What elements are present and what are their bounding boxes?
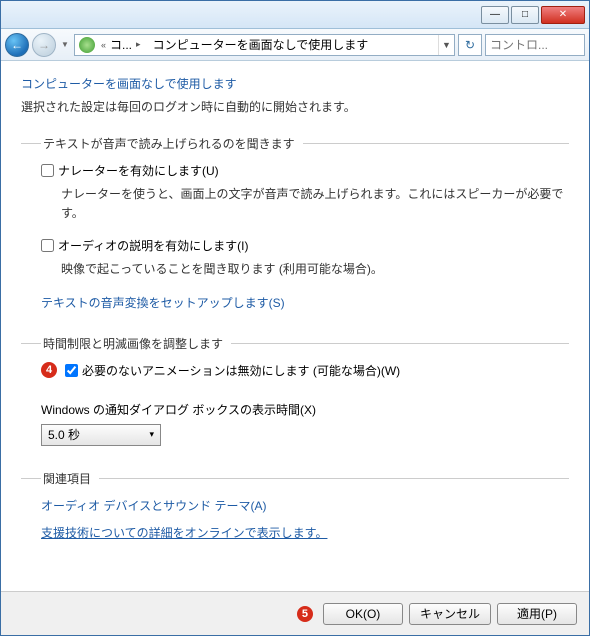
titlebar: — □ ✕ [1,1,589,29]
close-button[interactable]: ✕ [541,6,585,24]
footer-button-bar: 5 OK(O) キャンセル 適用(P) [1,591,589,635]
minimize-icon: — [490,9,500,20]
chevron-down-icon: ▾ [149,429,154,440]
narrator-checkbox[interactable] [41,164,54,177]
content-area: コンピューターを画面なしで使用します 選択された設定は毎回のログオン時に自動的に… [1,61,589,591]
chevron-left-icon: « [101,40,106,50]
chevron-down-icon: ▼ [442,40,451,50]
breadcrumb-label-1: コ... [110,36,132,53]
breadcrumb-seg-2[interactable]: コンピューターを画面なしで使用します [147,35,375,55]
search-input[interactable] [485,34,585,56]
section-legend: 関連項目 [41,470,99,487]
tts-setup-link[interactable]: テキストの音声変換をセットアップします(S) [41,294,569,311]
disable-animations-checkbox[interactable] [65,364,78,377]
page-subtitle: 選択された設定は毎回のログオン時に自動的に開始されます。 [21,98,569,115]
address-bar[interactable]: « コ... ▸ コンピューターを画面なしで使用します ▼ [74,34,455,56]
narrator-label[interactable]: ナレーターを有効にします(U) [58,162,219,179]
audio-desc-label[interactable]: オーディオの説明を有効にします(I) [58,237,249,254]
refresh-button[interactable]: ↻ [458,34,482,56]
audio-devices-link[interactable]: オーディオ デバイスとサウンド テーマ(A) [41,497,569,514]
section-related: 関連項目 オーディオ デバイスとサウンド テーマ(A) 支援技術についての詳細を… [21,470,569,551]
breadcrumb-seg-1[interactable]: « コ... ▸ [95,35,147,55]
callout-badge-5: 5 [297,606,313,622]
maximize-icon: □ [522,9,528,20]
select-value: 5.0 秒 [48,426,80,443]
notification-duration-label: Windows の通知ダイアログ ボックスの表示時間(X) [41,401,569,418]
disable-animations-label[interactable]: 必要のないアニメーションは無効にします (可能な場合)(W) [82,362,400,379]
breadcrumb-label-2: コンピューターを画面なしで使用します [153,36,369,53]
address-dropdown[interactable]: ▼ [438,35,454,55]
navbar: ← → ▼ « コ... ▸ コンピューターを画面なしで使用します ▼ ↻ [1,29,589,61]
section-text-to-speech: テキストが音声で読み上げられるのを聞きます ナレーターを有効にします(U) ナレ… [21,135,569,321]
window-frame: — □ ✕ ← → ▼ « コ... ▸ コンピューターを画面なしで使用します … [0,0,590,636]
apply-button[interactable]: 適用(P) [497,603,577,625]
page-title: コンピューターを画面なしで使用します [21,75,569,92]
back-button[interactable]: ← [5,33,29,57]
assistive-tech-link[interactable]: 支援技術についての詳細をオンラインで表示します。 [41,524,569,541]
forward-button[interactable]: → [32,33,56,57]
section-time-limits: 時間制限と明滅画像を調整します 4 必要のないアニメーションは無効にします (可… [21,335,569,456]
back-icon: ← [11,38,23,52]
ok-button[interactable]: OK(O) [323,603,403,625]
section-legend: 時間制限と明滅画像を調整します [41,335,231,352]
refresh-icon: ↻ [465,38,475,52]
narrator-desc: ナレーターを使うと、画面上の文字が音声で読み上げられます。これにはスピーカーが必… [61,185,569,223]
chevron-down-icon: ▼ [61,40,69,49]
maximize-button[interactable]: □ [511,6,539,24]
cancel-button[interactable]: キャンセル [409,603,491,625]
location-icon [79,37,95,53]
close-icon: ✕ [559,9,567,20]
audio-desc-checkbox[interactable] [41,239,54,252]
section-legend: テキストが音声で読み上げられるのを聞きます [41,135,303,152]
audio-desc-desc: 映像で起こっていることを聞き取ります (利用可能な場合)。 [61,260,569,279]
minimize-button[interactable]: — [481,6,509,24]
history-dropdown[interactable]: ▼ [59,33,71,57]
notification-duration-select[interactable]: 5.0 秒 ▾ [41,424,161,446]
callout-badge-4: 4 [41,362,57,378]
chevron-right-icon: ▸ [136,39,141,50]
forward-icon: → [38,38,50,52]
